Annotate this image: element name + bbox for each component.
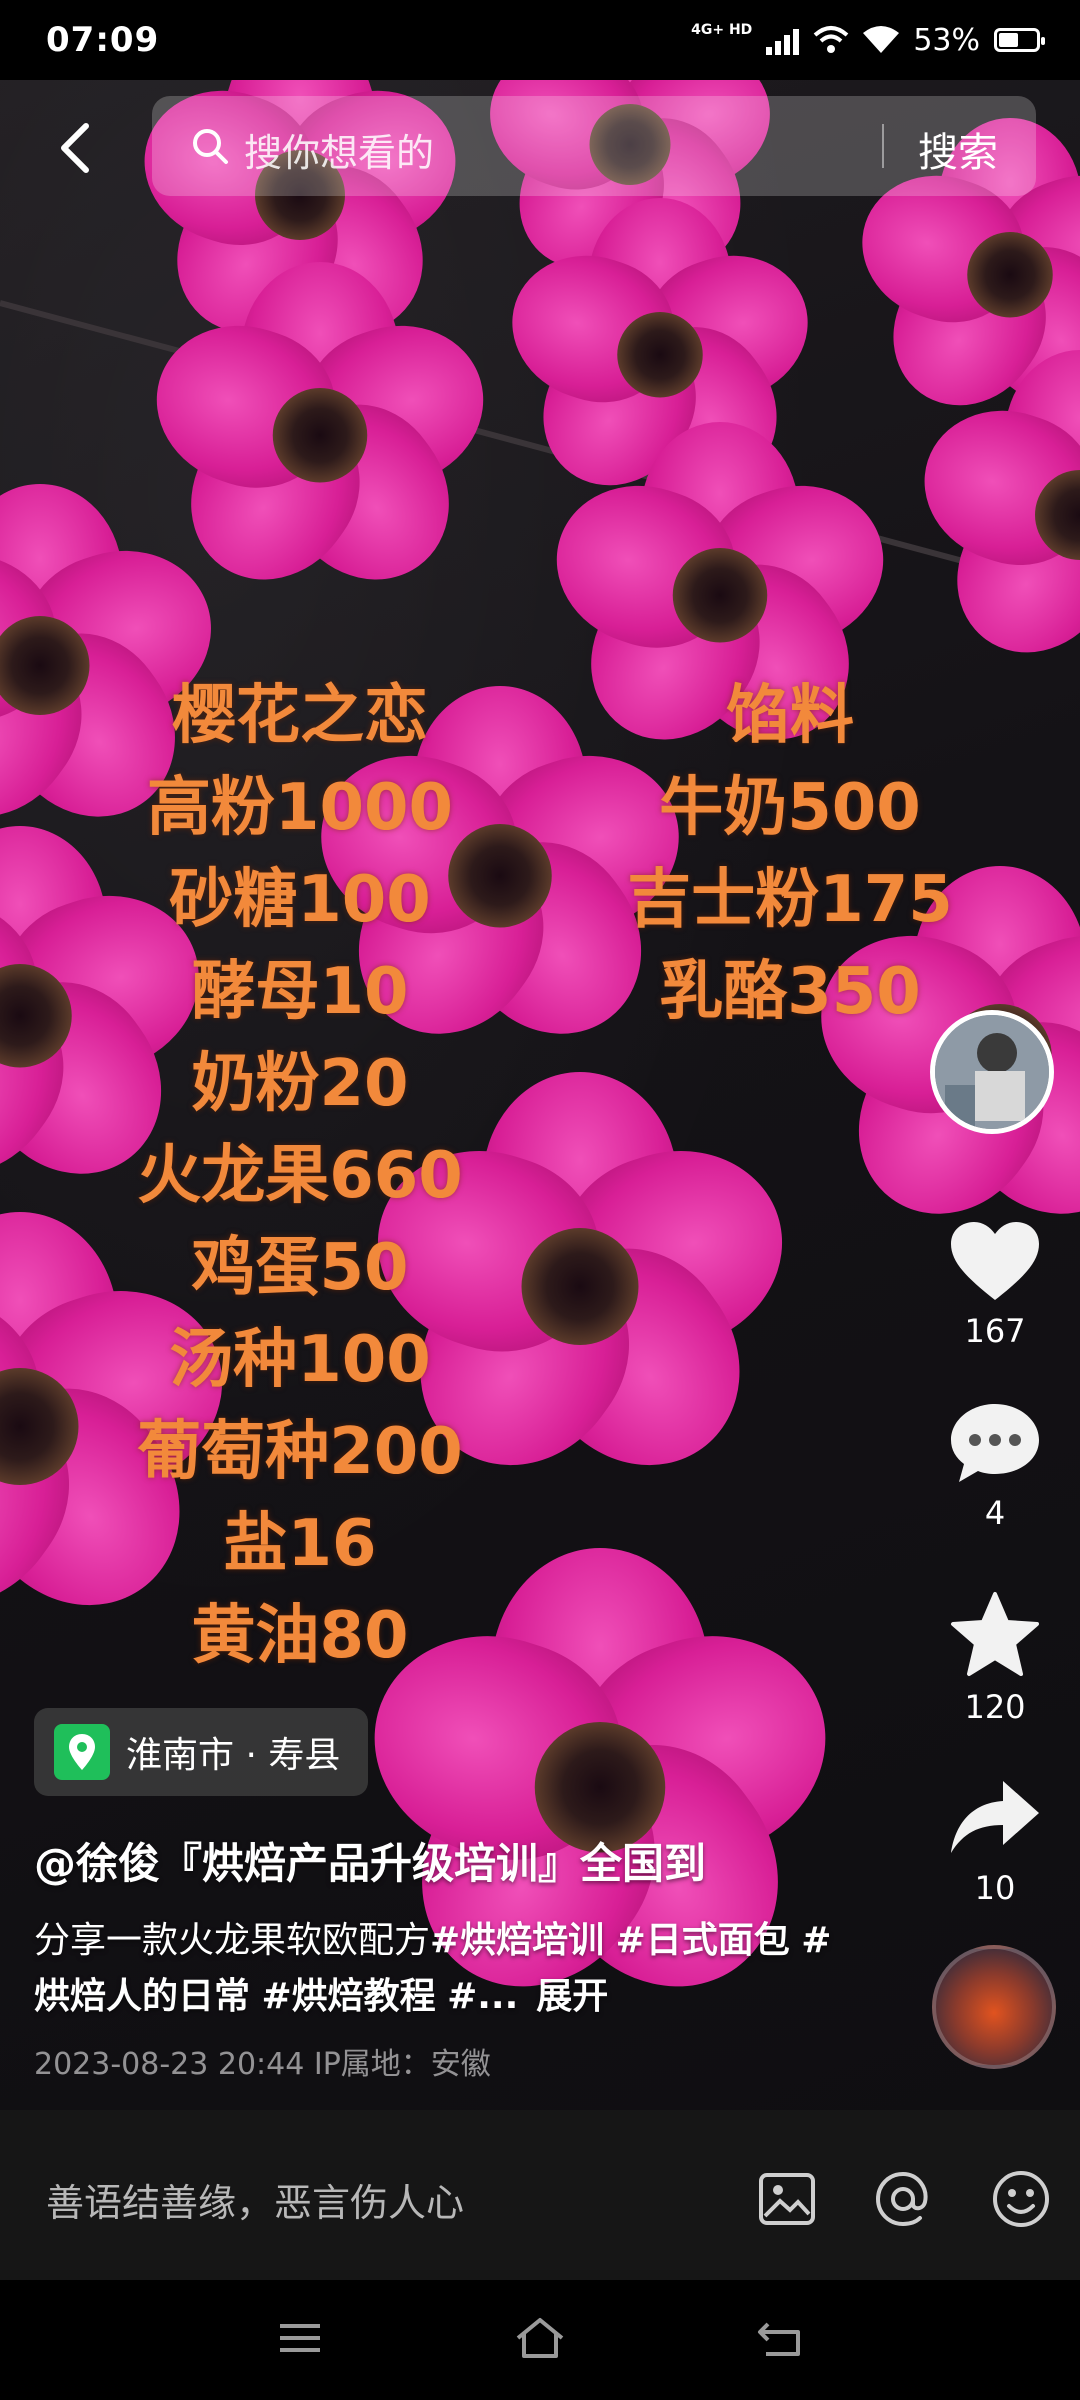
search-divider — [882, 124, 884, 168]
recipe-line: 奶粉20 — [191, 1047, 409, 1121]
battery-level-fill — [999, 33, 1018, 47]
comment-bar: 善语结善缘，恶言伤人心 — [0, 2110, 1080, 2280]
description-text: 分享一款火龙果软欧配方 — [34, 1920, 431, 1961]
search-box[interactable]: 搜你想看的 搜索 — [152, 96, 1036, 196]
location-label: 淮南市 · 寿县 — [126, 1735, 341, 1776]
recipe-line: 樱花之恋 — [172, 679, 428, 753]
video-caption: @徐俊『烘焙产品升级培训』全国到 分享一款火龙果软欧配方#烘焙培训 #日式面包 … — [34, 1830, 854, 2083]
emoji-icon[interactable] — [990, 2168, 1052, 2230]
flower-bun — [904, 350, 1080, 684]
hashtag[interactable]: #烘焙教程 — [261, 1976, 435, 2017]
hashtag[interactable]: #烘焙培训 — [430, 1920, 604, 1961]
favorite-count: 120 — [964, 1688, 1026, 1726]
flower-center — [672, 548, 768, 643]
wifi-calling-icon — [813, 26, 849, 53]
comment-input[interactable]: 善语结善缘，恶言伤人心 — [46, 2172, 464, 2227]
image-icon[interactable] — [756, 2168, 818, 2230]
flower-center — [967, 232, 1053, 318]
system-nav-bar — [0, 2280, 1080, 2400]
like-count: 167 — [964, 1312, 1026, 1350]
location-pin-icon — [54, 1724, 110, 1780]
recipe-line: 鸡蛋50 — [191, 1231, 409, 1305]
recipe-line: 葡萄种200 — [137, 1415, 463, 1489]
author-name[interactable]: @徐俊『烘焙产品升级培训』全国到 — [34, 1830, 854, 1891]
star-icon — [951, 1592, 1039, 1676]
music-disc[interactable] — [932, 1945, 1056, 2069]
flower-center — [617, 312, 703, 398]
recipe-line: 吉士粉175 — [627, 863, 953, 937]
location-chip[interactable]: 淮南市 · 寿县 — [34, 1708, 369, 1796]
expand-button[interactable]: 展开 — [536, 1976, 608, 2017]
battery-icon — [994, 28, 1045, 52]
share-count: 10 — [974, 1869, 1016, 1907]
wifi-icon — [863, 26, 900, 53]
video-description[interactable]: 分享一款火龙果软欧配方#烘焙培训 #日式面包 #烘焙人的日常 #烘焙教程 #..… — [34, 1913, 854, 2025]
like-action[interactable]: 167 — [930, 1218, 1060, 1350]
share-action[interactable]: 10 — [930, 1775, 1060, 1907]
recipe-line: 乳酪350 — [659, 955, 921, 1029]
comment-action[interactable]: 4 — [930, 1400, 1060, 1532]
author-avatar[interactable] — [930, 1010, 1054, 1134]
side-action-rail: 167 4 120 10 — [930, 1000, 1080, 2100]
recipe-line: 馅料 — [726, 679, 854, 753]
search-button[interactable]: 搜索 — [918, 120, 998, 178]
hashtag[interactable]: #... — [447, 1976, 518, 2017]
comment-icon — [951, 1404, 1039, 1482]
flower-center — [521, 1228, 639, 1345]
status-icons: 4G+ HD 53% — [691, 22, 1045, 58]
recipe-line: 砂糖100 — [169, 863, 431, 937]
recipe-line: 盐16 — [223, 1507, 377, 1581]
status-bar: 07:09 4G+ HD 53% — [0, 0, 1080, 80]
mention-icon[interactable] — [872, 2168, 934, 2230]
comment-count: 4 — [984, 1494, 1006, 1532]
status-time: 07:09 — [46, 20, 160, 60]
network-type-label: 4G+ HD — [691, 22, 753, 38]
post-meta: 2023-08-23 20:44 IP属地：安徽 — [34, 2047, 491, 2082]
battery-percent: 53% — [913, 22, 980, 58]
back-icon[interactable] — [754, 2314, 810, 2362]
search-input[interactable]: 搜你想看的 — [244, 122, 434, 177]
recipe-ingredients: 樱花之恋 高粉1000 砂糖100 酵母10 奶粉20 火龙果660 鸡蛋50 … — [110, 670, 490, 1682]
recipe-line: 高粉1000 — [146, 771, 454, 845]
top-search-bar: 搜你想看的 搜索 — [0, 96, 1080, 196]
recipe-filling: 馅料 牛奶500 吉士粉175 乳酪350 — [600, 670, 980, 1038]
search-icon — [193, 129, 228, 164]
recipe-line: 黄油80 — [191, 1599, 409, 1673]
recipe-line: 牛奶500 — [659, 771, 921, 845]
signal-icon — [766, 25, 800, 55]
video-player[interactable]: 樱花之恋 高粉1000 砂糖100 酵母10 奶粉20 火龙果660 鸡蛋50 … — [0, 80, 1080, 2110]
avatar-photo-icon — [935, 1015, 1049, 1129]
flower-center — [272, 388, 368, 483]
menu-icon[interactable] — [272, 2314, 328, 2362]
home-icon[interactable] — [512, 2314, 568, 2362]
heart-icon — [951, 1222, 1039, 1300]
recipe-line: 火龙果660 — [137, 1139, 463, 1213]
recipe-line: 汤种100 — [169, 1323, 431, 1397]
back-arrow-icon[interactable] — [48, 118, 108, 178]
share-arrow-icon — [951, 1781, 1039, 1853]
hashtag[interactable]: #日式面包 — [616, 1920, 790, 1961]
recipe-line: 酵母10 — [191, 955, 409, 1029]
favorite-action[interactable]: 120 — [930, 1590, 1060, 1726]
